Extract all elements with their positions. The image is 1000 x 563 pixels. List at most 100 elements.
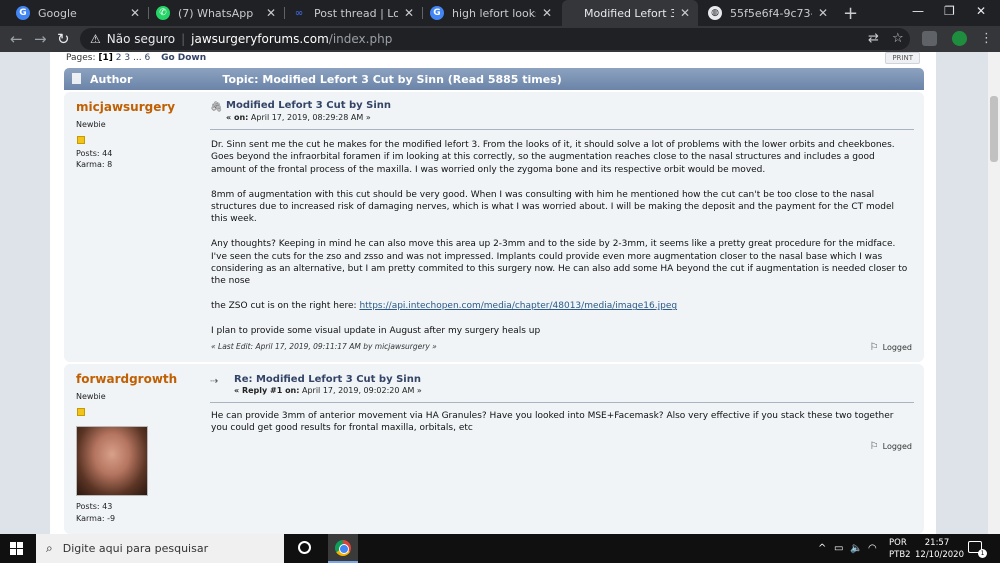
- security-label[interactable]: Não seguro: [107, 32, 175, 46]
- post-subject[interactable]: Modified Lefort 3 Cut by Sinn: [226, 100, 391, 111]
- search-icon: ⌕: [46, 541, 53, 555]
- post-link-line: the ZSO cut is on the right here: https:…: [211, 300, 911, 312]
- url-path: /index.php: [328, 32, 393, 46]
- post-date-value: April 17, 2019, 08:29:28 AM »: [248, 113, 371, 122]
- address-bar[interactable]: ⚠ Não seguro | jawsurgeryforums.com/inde…: [80, 28, 910, 50]
- post-date: « on: April 17, 2019, 08:29:28 AM »: [226, 113, 371, 122]
- tab-google-search[interactable]: G high lefort looksmax.m ✕: [422, 0, 560, 26]
- close-window-icon[interactable]: ✕: [976, 4, 986, 18]
- zso-image-link[interactable]: https://api.intechopen.com/media/chapter…: [359, 301, 677, 311]
- rank-star-icon: [77, 408, 85, 416]
- post-date-value: April 17, 2019, 09:02:20 AM »: [299, 386, 422, 395]
- translate-icon[interactable]: ⇄: [868, 31, 879, 46]
- clock-time: 21:57: [924, 538, 950, 548]
- language-code: POR: [889, 538, 907, 548]
- google-icon: G: [430, 6, 444, 20]
- post: forwardgrowth Newbie Posts: 43 Karma: -9…: [64, 364, 924, 534]
- post-paragraph: 8mm of augmentation with this cut should…: [211, 189, 894, 225]
- page-link-3[interactable]: 3: [124, 53, 130, 63]
- post-date: « Reply #1 on: April 17, 2019, 09:02:20 …: [234, 386, 422, 395]
- post-separator: [210, 402, 914, 403]
- close-icon[interactable]: ✕: [542, 6, 552, 20]
- chrome-taskbar-button[interactable]: [328, 534, 358, 563]
- clock-date: 12/10/2020: [915, 550, 964, 560]
- menu-dots-icon[interactable]: ⋮: [980, 31, 993, 46]
- new-tab-icon[interactable]: +: [843, 3, 858, 24]
- volume-icon[interactable]: 🔈: [850, 543, 862, 554]
- poster-name[interactable]: micjawsurgery: [76, 100, 175, 114]
- poster-name[interactable]: forwardgrowth: [76, 372, 177, 386]
- logged-label: Logged: [882, 442, 912, 451]
- extension-icon[interactable]: [922, 31, 937, 46]
- tab-modified-lefort[interactable]: Modified Lefort 3 Cut b ✕: [562, 0, 698, 26]
- tab-looksmax[interactable]: ∞ Post thread | Looksmax ✕: [284, 0, 422, 26]
- post-date-prefix: « on:: [226, 113, 249, 122]
- tab-label: Modified Lefort 3 Cut b: [584, 6, 674, 20]
- link-prefix: the ZSO cut is on the right here:: [211, 301, 360, 312]
- post-paragraph: He can provide 3mm of anterior movement …: [211, 411, 894, 434]
- url-domain: jawsurgeryforums.com: [191, 32, 329, 46]
- document-icon: [72, 73, 81, 84]
- tab-whatsapp[interactable]: ✆ (7) WhatsApp ✕: [148, 0, 284, 26]
- post-separator: [210, 129, 914, 130]
- scrollbar-thumb[interactable]: [990, 96, 998, 162]
- avatar: [76, 426, 148, 496]
- tab-label: Post thread | Looksmax: [314, 6, 398, 20]
- tab-label: (7) WhatsApp: [178, 6, 254, 20]
- taskbar-search-input[interactable]: ⌕ Digite aqui para pesquisar: [36, 534, 284, 563]
- pagination: Pages: [1] 2 3 ... 6 Go Down: [66, 53, 206, 63]
- bookmark-star-icon[interactable]: ☆: [892, 31, 904, 46]
- page-scrollbar[interactable]: [988, 52, 1000, 534]
- google-icon: G: [16, 6, 30, 20]
- author-column-header: Author: [90, 72, 133, 86]
- tab-image[interactable]: ◍ 55f5e6f4-9c73-4990-8b ✕: [700, 0, 836, 26]
- ip-logged-icon: ⚐: [869, 342, 879, 353]
- close-icon[interactable]: ✕: [404, 6, 414, 20]
- task-view-icon[interactable]: [298, 541, 311, 554]
- reload-icon[interactable]: ↻: [57, 30, 70, 48]
- poster-karma: Karma: -9: [76, 514, 116, 523]
- windows-start-icon[interactable]: [10, 542, 24, 556]
- logged-indicator: ⚐ Logged: [870, 441, 912, 452]
- whatsapp-icon: ✆: [156, 6, 170, 20]
- tray-chevron-up-icon[interactable]: ^: [818, 543, 826, 554]
- close-icon[interactable]: ✕: [818, 6, 828, 20]
- post-body: Dr. Sinn sent me the cut he makes for th…: [211, 139, 911, 350]
- url-divider: |: [181, 32, 186, 46]
- forward-icon[interactable]: →: [34, 30, 47, 48]
- close-icon[interactable]: ✕: [266, 6, 276, 20]
- maximize-icon[interactable]: ❐: [944, 4, 955, 18]
- post-date-prefix: « Reply #1 on:: [234, 386, 300, 395]
- browser-toolbar: ← → ↻ ⚠ Não seguro | jawsurgeryforums.co…: [0, 26, 1000, 52]
- tab-google[interactable]: G Google ✕: [8, 0, 148, 26]
- post-paragraph: I plan to provide some visual update in …: [211, 326, 541, 337]
- wifi-icon[interactable]: ◠: [868, 543, 877, 554]
- page-link-6[interactable]: 6: [144, 53, 150, 63]
- topic-title: Topic: Modified Lefort 3 Cut by Sinn (Re…: [222, 72, 562, 86]
- page-ellipsis: ...: [132, 53, 142, 63]
- shield-check-icon[interactable]: [952, 31, 967, 46]
- close-icon[interactable]: ✕: [130, 6, 140, 20]
- system-clock[interactable]: 21:57 12/10/2020: [915, 537, 964, 561]
- back-icon[interactable]: ←: [10, 30, 23, 48]
- logged-label: Logged: [882, 343, 912, 352]
- battery-icon[interactable]: ▭: [834, 543, 843, 554]
- reply-icon: ⇢: [210, 376, 219, 387]
- last-edit-note: « Last Edit: April 17, 2019, 09:11:17 AM…: [211, 342, 437, 351]
- page-link-2[interactable]: 2: [116, 53, 122, 63]
- page-viewport: Pages: [1] 2 3 ... 6 Go Down PRINT Autho…: [0, 52, 988, 534]
- post-subject[interactable]: Re: Modified Lefort 3 Cut by Sinn: [234, 374, 421, 385]
- print-button[interactable]: PRINT: [885, 52, 920, 64]
- post-body: He can provide 3mm of anterior movement …: [211, 410, 911, 447]
- poster-posts: Posts: 43: [76, 502, 113, 511]
- input-language[interactable]: POR PTB2: [889, 537, 911, 561]
- post: micjawsurgery Newbie Posts: 44 Karma: 8 …: [64, 92, 924, 362]
- close-icon[interactable]: ✕: [680, 6, 690, 20]
- go-down-link[interactable]: Go Down: [161, 53, 206, 63]
- search-placeholder: Digite aqui para pesquisar: [62, 542, 209, 555]
- globe-icon: ◍: [708, 6, 722, 20]
- warning-icon: ⚠: [90, 32, 101, 46]
- minimize-icon[interactable]: —: [912, 4, 924, 18]
- page-current: [1]: [98, 53, 113, 63]
- poster-group: Newbie: [76, 392, 106, 401]
